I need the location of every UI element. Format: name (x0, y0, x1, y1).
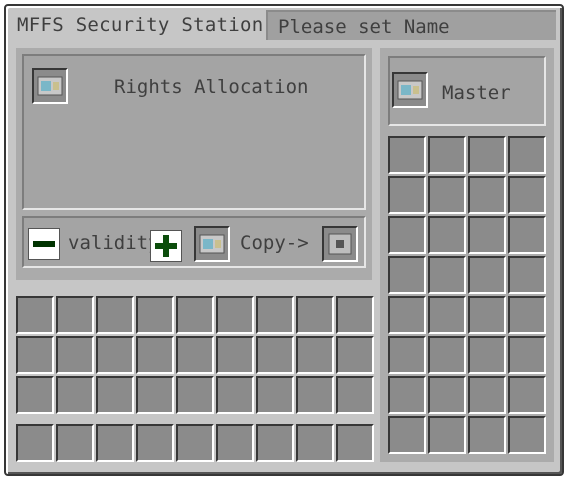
inventory-slot[interactable] (16, 336, 54, 374)
inventory-slot[interactable] (16, 296, 54, 334)
inventory-slot[interactable] (216, 376, 254, 414)
hotbar-slot[interactable] (136, 424, 174, 462)
inventory-slot[interactable] (16, 376, 54, 414)
master-label: Master (442, 82, 511, 104)
security-storage-slot[interactable] (428, 176, 466, 214)
validity-increase-button[interactable] (150, 230, 182, 262)
inventory-slot[interactable] (336, 296, 374, 334)
security-storage-slot[interactable] (388, 336, 426, 374)
security-storage-slot[interactable] (468, 216, 506, 254)
inventory-slot[interactable] (256, 336, 294, 374)
security-storage-slot[interactable] (428, 216, 466, 254)
hotbar-slot[interactable] (256, 424, 294, 462)
security-storage-slot[interactable] (428, 416, 466, 454)
copy-source-card-slot[interactable] (194, 226, 230, 262)
hotbar-slot[interactable] (176, 424, 214, 462)
id-card-icon (397, 80, 423, 100)
station-name-value: Please set Name (278, 16, 450, 38)
security-storage-slot[interactable] (508, 416, 546, 454)
security-storage-slot[interactable] (428, 136, 466, 174)
inventory-slot[interactable] (96, 296, 134, 334)
minus-icon (33, 241, 55, 247)
window-title: MFFS Security Station: (17, 14, 276, 36)
inventory-slot[interactable] (296, 296, 334, 334)
security-storage-slot[interactable] (388, 296, 426, 334)
hotbar-slot[interactable] (16, 424, 54, 462)
validity-label: validity (68, 232, 160, 254)
copy-label: Copy-> (240, 232, 309, 254)
station-name-field[interactable]: Please set Name (266, 10, 556, 40)
hotbar-slot[interactable] (336, 424, 374, 462)
security-storage-slot[interactable] (468, 256, 506, 294)
inventory-slot[interactable] (256, 376, 294, 414)
inventory-slot[interactable] (296, 336, 334, 374)
inventory-slot[interactable] (176, 376, 214, 414)
inventory-slot[interactable] (256, 296, 294, 334)
hotbar-slot[interactable] (96, 424, 134, 462)
id-card-icon (37, 76, 63, 96)
security-storage-slot[interactable] (388, 416, 426, 454)
inventory-slot[interactable] (96, 376, 134, 414)
inventory-slot[interactable] (136, 336, 174, 374)
security-storage-slot[interactable] (468, 176, 506, 214)
copy-target-card-slot[interactable] (322, 226, 358, 262)
inventory-slot[interactable] (136, 296, 174, 334)
security-storage-slot[interactable] (468, 416, 506, 454)
security-storage-slot[interactable] (468, 296, 506, 334)
inventory-slot[interactable] (176, 336, 214, 374)
inventory-slot[interactable] (216, 336, 254, 374)
security-storage-slot[interactable] (388, 376, 426, 414)
security-storage-slot[interactable] (468, 336, 506, 374)
hotbar-slot[interactable] (216, 424, 254, 462)
security-storage-slot[interactable] (468, 136, 506, 174)
security-storage-slot[interactable] (508, 376, 546, 414)
inventory-slot[interactable] (176, 296, 214, 334)
security-storage-slot[interactable] (428, 296, 466, 334)
inventory-slot[interactable] (56, 296, 94, 334)
security-storage-slot[interactable] (388, 256, 426, 294)
blank-card-icon (328, 233, 352, 255)
inventory-slot[interactable] (336, 336, 374, 374)
security-storage-slot[interactable] (388, 176, 426, 214)
security-storage-slot[interactable] (468, 376, 506, 414)
security-storage-slot[interactable] (508, 136, 546, 174)
plus-icon (155, 235, 177, 257)
security-storage-slot[interactable] (388, 216, 426, 254)
security-storage-slot[interactable] (428, 336, 466, 374)
security-storage-slot[interactable] (428, 376, 466, 414)
inventory-slot[interactable] (56, 376, 94, 414)
security-storage-slot[interactable] (508, 296, 546, 334)
inventory-slot[interactable] (56, 336, 94, 374)
security-storage-slot[interactable] (508, 256, 546, 294)
security-storage-slot[interactable] (508, 216, 546, 254)
security-storage-slot[interactable] (428, 256, 466, 294)
security-storage-slot[interactable] (508, 176, 546, 214)
security-storage-slot[interactable] (508, 336, 546, 374)
security-storage-slot[interactable] (388, 136, 426, 174)
inventory-slot[interactable] (136, 376, 174, 414)
validity-decrease-button[interactable] (28, 228, 60, 260)
inventory-slot[interactable] (96, 336, 134, 374)
inventory-slot[interactable] (296, 376, 334, 414)
inventory-slot[interactable] (336, 376, 374, 414)
hotbar-slot[interactable] (56, 424, 94, 462)
rights-card-slot[interactable] (32, 68, 68, 104)
hotbar-slot[interactable] (296, 424, 334, 462)
master-card-slot[interactable] (392, 72, 428, 108)
rights-allocation-label: Rights Allocation (114, 76, 309, 98)
id-card-icon (199, 234, 225, 254)
inventory-slot[interactable] (216, 296, 254, 334)
